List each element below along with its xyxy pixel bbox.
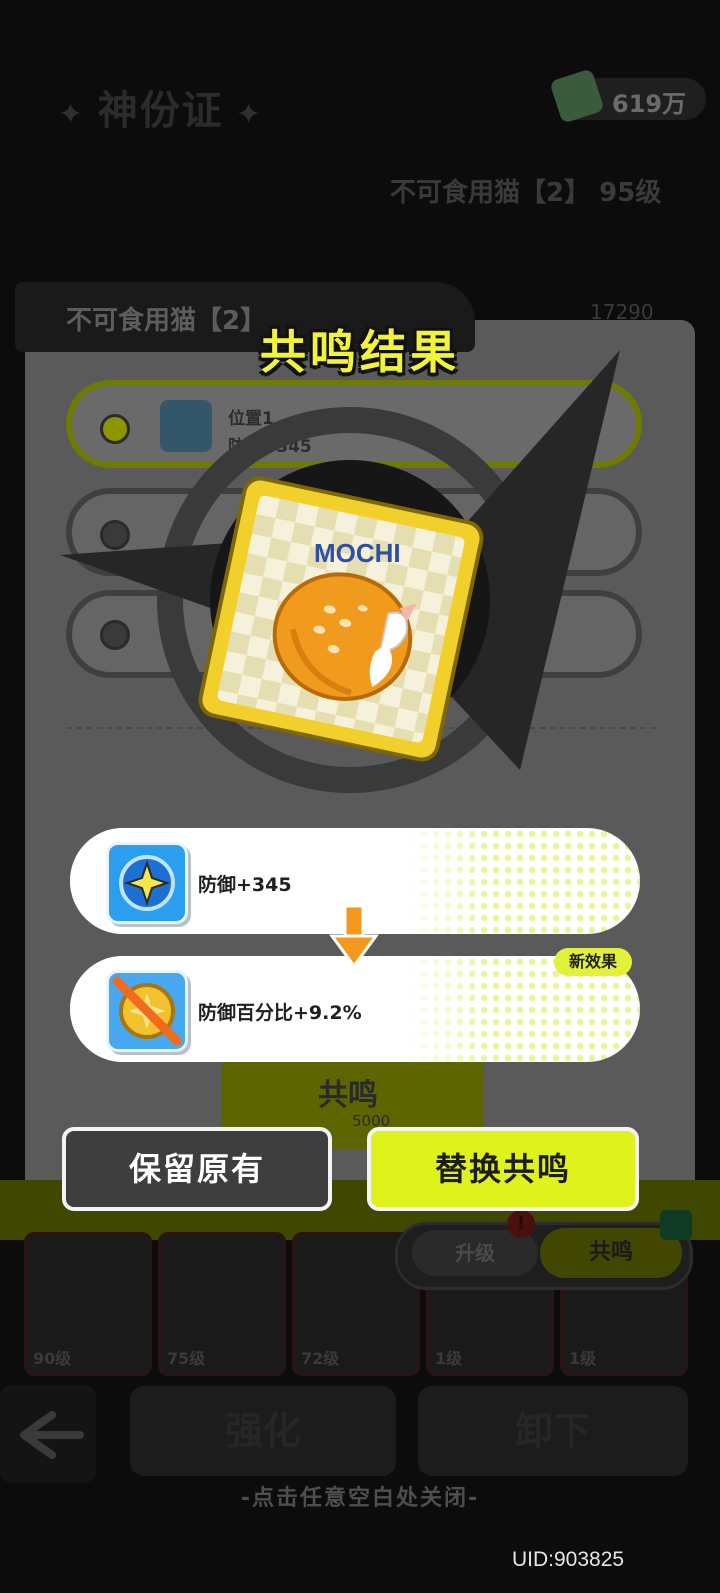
cat-card-level: 90级 <box>33 1349 72 1368</box>
result-current-text: 防御+345 <box>198 874 292 896</box>
new-effect-badge: 新效果 <box>554 948 632 976</box>
upgrade-arrow-icon <box>660 1210 692 1240</box>
back-arrow-icon <box>20 1411 84 1459</box>
shield-star-icon <box>106 842 188 924</box>
cat-full-name: 不可食用猫【2】 95级 <box>390 178 662 208</box>
uid-label: UID:903825 <box>512 1548 625 1571</box>
cat-card-level: 1级 <box>569 1349 597 1368</box>
screen-title: ✦ 神份证 ✦ <box>58 88 264 134</box>
replace-resonance-button[interactable]: 替换共鸣 <box>367 1127 639 1211</box>
back-button[interactable] <box>0 1385 96 1483</box>
arrow-down-icon <box>329 904 379 969</box>
strengthen-button[interactable]: 强化 <box>130 1386 396 1476</box>
resonate-button-label: 共鸣 <box>318 1078 378 1113</box>
broken-shield-icon <box>106 970 188 1052</box>
close-hint: -点击任意空白处关闭- <box>240 1486 480 1511</box>
cat-card-level: 75级 <box>167 1349 206 1368</box>
cat-card-level: 72级 <box>301 1349 340 1368</box>
popup-title: 共鸣结果 <box>260 325 460 379</box>
cat-card: MOCHI <box>199 477 483 761</box>
keep-original-button[interactable]: 保留原有 <box>62 1127 332 1211</box>
result-new-text: 防御百分比+9.2% <box>198 1002 362 1024</box>
unequip-button[interactable]: 卸下 <box>418 1386 688 1476</box>
cat-card-1[interactable]: 90级 <box>24 1232 152 1376</box>
cat-card-art: MOCHI <box>216 494 466 744</box>
currency-amount: 619万 <box>612 90 687 118</box>
cat-card-level: 1级 <box>435 1349 463 1368</box>
sleeping-cat-icon <box>272 572 417 701</box>
notification-badge: ! <box>507 1210 535 1238</box>
cat-card-2[interactable]: 75级 <box>158 1232 286 1376</box>
